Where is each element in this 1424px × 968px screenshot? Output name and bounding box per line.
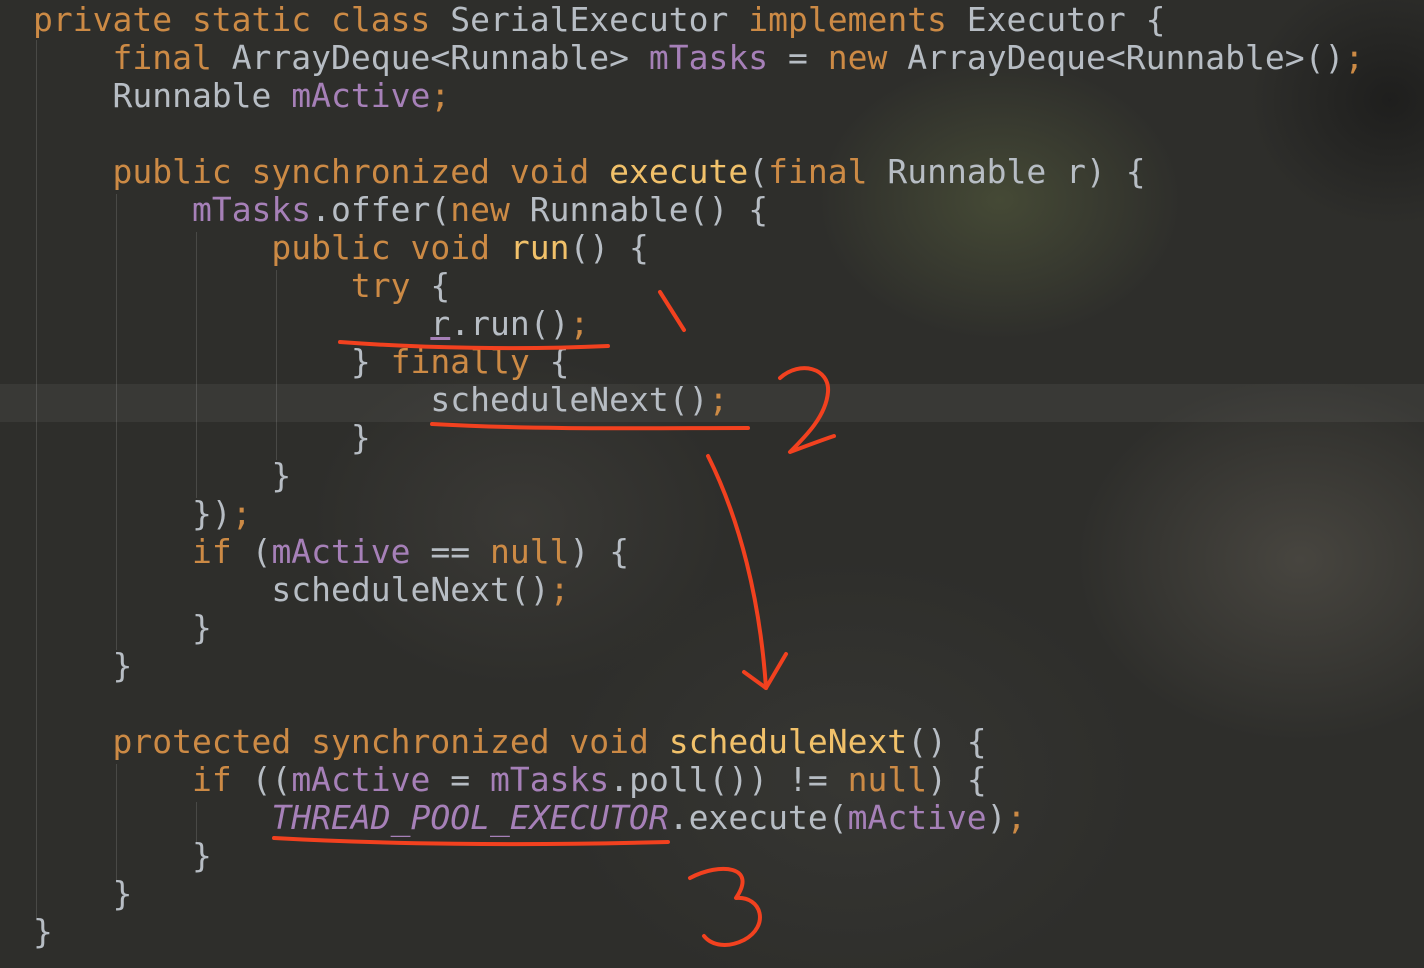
handwritten-annotations — [272, 290, 836, 947]
underline-r-run — [338, 340, 610, 351]
flow-arrow — [706, 454, 768, 690]
label-1-stroke — [658, 290, 686, 332]
label-2-stroke — [778, 366, 836, 454]
underline-thread-pool-executor — [272, 836, 670, 847]
underline-schedule-next — [430, 422, 750, 431]
label-3-stroke — [688, 866, 762, 947]
code-editor[interactable]: private static class SerialExecutor impl… — [0, 0, 1424, 968]
